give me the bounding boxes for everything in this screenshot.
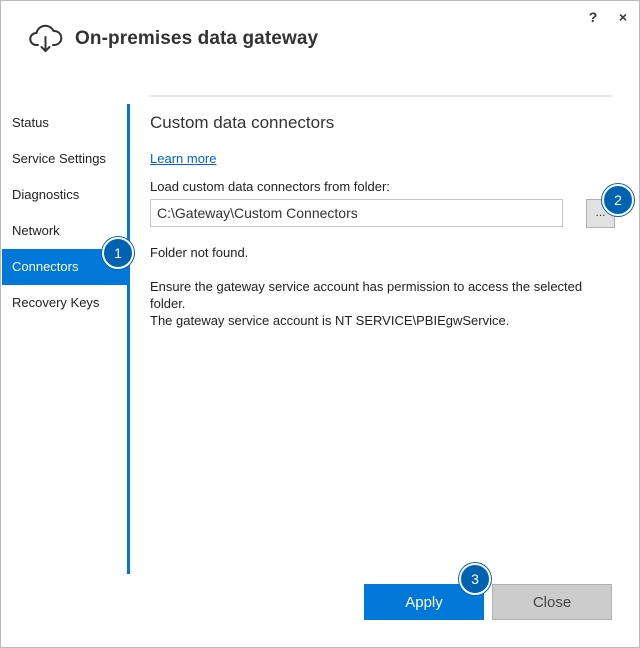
sidebar-item-status[interactable]: Status — [2, 105, 127, 141]
cloud-upload-icon — [29, 24, 63, 52]
sidebar-item-service-settings[interactable]: Service Settings — [2, 141, 127, 177]
learn-more-link[interactable]: Learn more — [150, 151, 216, 166]
step-badge-2: 2 — [602, 184, 634, 216]
header-divider — [149, 95, 612, 97]
app-title: On-premises data gateway — [75, 28, 319, 49]
folder-label: Load custom data connectors from folder: — [150, 179, 390, 194]
gateway-window: ? × On-premises data gateway Status Serv… — [0, 0, 640, 648]
section-title: Custom data connectors — [150, 113, 335, 132]
sidebar-item-recovery-keys[interactable]: Recovery Keys — [2, 285, 127, 321]
app-header: On-premises data gateway — [29, 23, 318, 55]
info-line-2: The gateway service account is NT SERVIC… — [150, 313, 510, 328]
folder-path-input[interactable] — [150, 199, 563, 227]
step-badge-3: 3 — [459, 563, 491, 595]
step-badge-1: 1 — [102, 237, 134, 269]
sidebar-divider — [127, 104, 130, 574]
close-button[interactable]: Close — [492, 584, 612, 620]
title-controls: ? × — [587, 9, 629, 25]
main-content: Custom data connectors Learn more Load c… — [150, 113, 620, 328]
sidebar-item-diagnostics[interactable]: Diagnostics — [2, 177, 127, 213]
close-window-button[interactable]: × — [617, 9, 629, 25]
permission-info: Ensure the gateway service account has p… — [150, 278, 620, 329]
sidebar: Status Service Settings Diagnostics Netw… — [2, 105, 127, 321]
folder-status: Folder not found. — [150, 245, 249, 260]
help-button[interactable]: ? — [587, 9, 599, 25]
info-line-1: Ensure the gateway service account has p… — [150, 279, 583, 311]
